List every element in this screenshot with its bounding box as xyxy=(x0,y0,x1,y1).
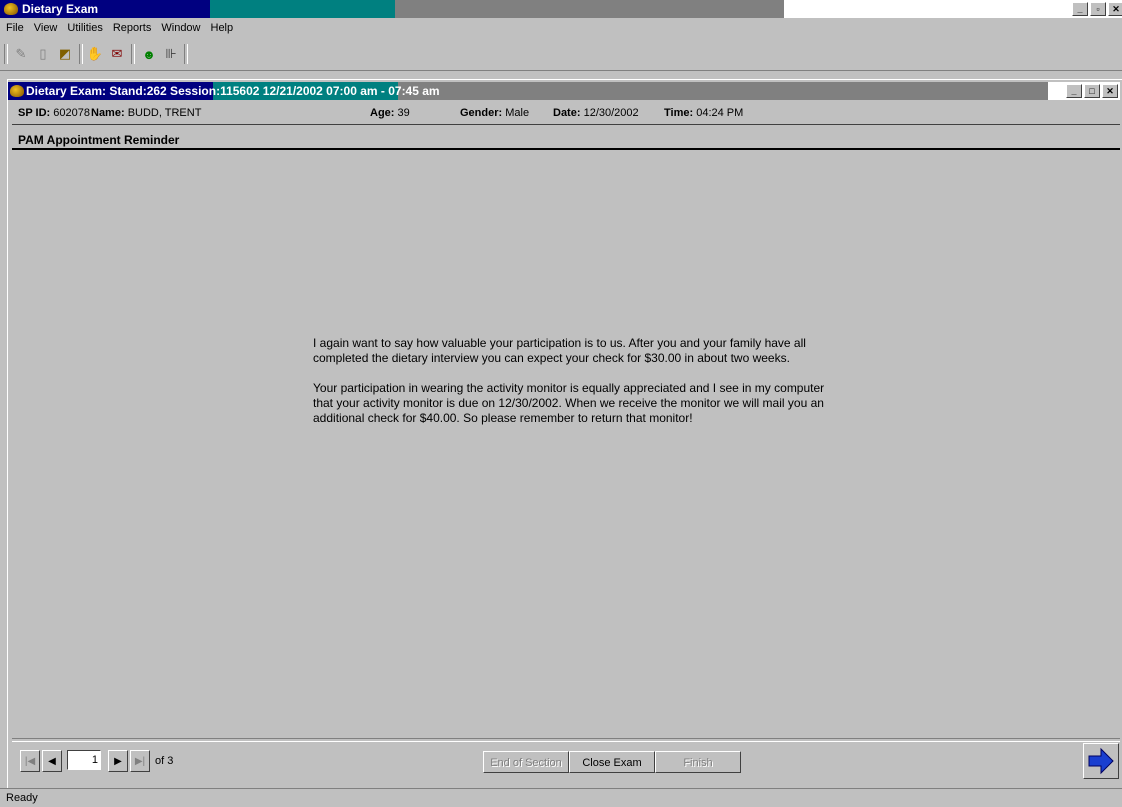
section-divider xyxy=(12,148,1120,150)
menu-view[interactable]: View xyxy=(28,20,62,36)
reminder-message: I again want to say how valuable your pa… xyxy=(313,336,828,441)
menu-utilities[interactable]: Utilities xyxy=(61,20,106,36)
toolbar: ✎ ▯ ◩ ✋ ✉ ☻ ⊪ xyxy=(0,36,1122,71)
close-icon[interactable]: ✕ xyxy=(1102,84,1118,98)
page-number-input[interactable]: 1 xyxy=(67,750,101,770)
section-title: PAM Appointment Reminder xyxy=(18,133,180,147)
first-page-button[interactable]: |◀ xyxy=(20,750,40,772)
next-page-button[interactable]: ▶ xyxy=(108,750,128,772)
status-bar: Ready xyxy=(0,788,1122,806)
notes-icon[interactable]: ✉ xyxy=(108,46,126,62)
app-titlebar-gradient xyxy=(0,0,784,18)
sp-id: SP ID: 602078 xyxy=(18,107,90,119)
toolbar-separator xyxy=(4,44,8,64)
exam-time: Time: 04:24 PM xyxy=(664,107,744,119)
next-page-icon: ▶ xyxy=(114,755,122,767)
next-arrow-icon xyxy=(1088,747,1114,775)
first-page-icon: |◀ xyxy=(24,755,36,767)
participant-gender: Gender: Male xyxy=(460,107,530,119)
inner-window-title: Dietary Exam: Stand:262 Session:115602 1… xyxy=(26,84,440,98)
people-icon[interactable]: ☻ xyxy=(140,46,158,62)
close-icon[interactable]: ✕ xyxy=(1108,2,1122,16)
minimize-icon[interactable]: _ xyxy=(1066,84,1082,98)
last-page-icon: ▶| xyxy=(134,755,146,767)
next-arrow-button[interactable] xyxy=(1083,743,1119,779)
toolbar-separator xyxy=(184,44,188,64)
exam-logo-icon xyxy=(10,85,24,97)
clipboard-icon[interactable]: ▯ xyxy=(34,46,52,62)
menu-help[interactable]: Help xyxy=(205,20,238,36)
close-exam-button[interactable]: Close Exam xyxy=(569,751,655,773)
exam-date: Date: 12/30/2002 xyxy=(553,107,639,119)
participant-age: Age: 39 xyxy=(370,107,410,119)
page-count: of 3 xyxy=(155,755,174,767)
end-of-section-button[interactable]: End of Section xyxy=(483,751,569,773)
app-window-controls: _ ▫ ✕ xyxy=(1072,2,1122,16)
app-titlebar: Dietary Exam _ ▫ ✕ xyxy=(0,0,1122,18)
finish-button[interactable]: Finish xyxy=(655,751,741,773)
menu-reports[interactable]: Reports xyxy=(107,20,156,36)
restore-icon[interactable]: ▫ xyxy=(1090,2,1106,16)
toolbar-separator xyxy=(131,44,135,64)
menu-bar: File View Utilities Reports Window Help xyxy=(0,20,1122,36)
last-page-button[interactable]: ▶| xyxy=(130,750,150,772)
message-paragraph-1: I again want to say how valuable your pa… xyxy=(313,336,806,365)
new-exam-icon[interactable]: ✎ xyxy=(12,46,30,62)
exit-door-icon[interactable]: ⊪ xyxy=(162,46,180,62)
menu-file[interactable]: File xyxy=(0,20,28,36)
toolbar-separator xyxy=(79,44,83,64)
menu-window[interactable]: Window xyxy=(155,20,204,36)
app-title: Dietary Exam xyxy=(22,2,99,16)
previous-page-icon: ◀ xyxy=(48,755,56,767)
maximize-icon[interactable]: □ xyxy=(1084,84,1100,98)
message-paragraph-2: Your participation in wearing the activi… xyxy=(313,381,825,425)
bottom-divider xyxy=(12,738,1120,742)
stop-hand-icon[interactable]: ✋ xyxy=(86,46,104,62)
previous-page-button[interactable]: ◀ xyxy=(42,750,62,772)
participant-info-bar: SP ID: 602078 Name: BUDD, TRENT Age: 39 … xyxy=(12,102,1120,125)
inner-window-controls: _ □ ✕ xyxy=(1066,84,1118,98)
participant-name: Name: BUDD, TRENT xyxy=(91,107,202,119)
inner-window-titlebar: Dietary Exam: Stand:262 Session:115602 1… xyxy=(8,82,1120,100)
app-logo-icon xyxy=(4,3,18,15)
minimize-icon[interactable]: _ xyxy=(1072,2,1088,16)
open-icon[interactable]: ◩ xyxy=(56,46,74,62)
